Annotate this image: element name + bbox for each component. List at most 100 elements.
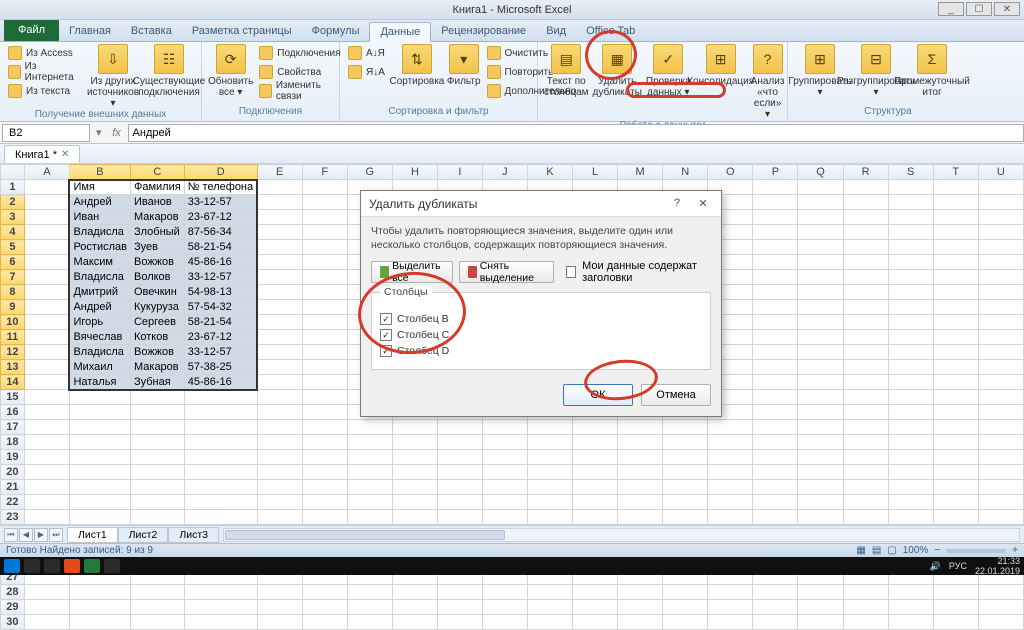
cell-L23[interactable] (573, 510, 618, 525)
cell-U12[interactable] (978, 345, 1023, 360)
col-header-O[interactable]: O (708, 165, 753, 180)
sort-desc[interactable]: Я↓А (346, 63, 387, 81)
cell-D8[interactable]: 54-98-13 (184, 285, 257, 300)
cell-A19[interactable] (24, 450, 69, 465)
cell-S28[interactable] (888, 585, 933, 600)
cell-D11[interactable]: 23-67-12 (184, 330, 257, 345)
cell-P1[interactable] (753, 180, 798, 195)
sheet-nav-last-icon[interactable]: ⏭ (49, 528, 63, 542)
cell-P23[interactable] (753, 510, 798, 525)
cell-P22[interactable] (753, 495, 798, 510)
col-header-P[interactable]: P (753, 165, 798, 180)
cell-B4[interactable]: Владисла (69, 225, 130, 240)
col-header-H[interactable]: H (392, 165, 437, 180)
view-break-icon[interactable]: ▢ (887, 545, 896, 556)
row-header-23[interactable]: 23 (1, 510, 25, 525)
cell-H22[interactable] (392, 495, 437, 510)
cell-C2[interactable]: Иванов (130, 195, 184, 210)
cell-J23[interactable] (482, 510, 527, 525)
from-other-sources[interactable]: ⇩Из других источников ▾ (87, 44, 139, 109)
cell-E14[interactable] (257, 375, 302, 390)
cell-T14[interactable] (933, 375, 978, 390)
start-button[interactable] (4, 559, 20, 573)
cell-T4[interactable] (933, 225, 978, 240)
cell-S30[interactable] (888, 615, 933, 630)
cell-T7[interactable] (933, 270, 978, 285)
cell-I30[interactable] (437, 615, 482, 630)
col-header-U[interactable]: U (978, 165, 1023, 180)
cell-C17[interactable] (130, 420, 184, 435)
cell-P10[interactable] (753, 315, 798, 330)
cell-A2[interactable] (24, 195, 69, 210)
cell-C19[interactable] (130, 450, 184, 465)
cell-P30[interactable] (753, 615, 798, 630)
from-text[interactable]: Из текста (6, 82, 83, 100)
cell-R6[interactable] (843, 255, 888, 270)
row-header-30[interactable]: 30 (1, 615, 25, 630)
cell-R23[interactable] (843, 510, 888, 525)
col-header-F[interactable]: F (302, 165, 347, 180)
dialog-help-button[interactable]: ? (667, 197, 687, 210)
cell-R13[interactable] (843, 360, 888, 375)
cell-B30[interactable] (69, 615, 130, 630)
cell-J22[interactable] (482, 495, 527, 510)
cell-U11[interactable] (978, 330, 1023, 345)
tray-icon[interactable]: 🔊 (930, 561, 941, 572)
cell-J19[interactable] (482, 450, 527, 465)
cell-G20[interactable] (347, 465, 392, 480)
cell-O21[interactable] (708, 480, 753, 495)
cell-B17[interactable] (69, 420, 130, 435)
cell-F21[interactable] (302, 480, 347, 495)
cell-F29[interactable] (302, 600, 347, 615)
row-header-7[interactable]: 7 (1, 270, 25, 285)
cell-A13[interactable] (24, 360, 69, 375)
cell-T28[interactable] (933, 585, 978, 600)
cell-M23[interactable] (618, 510, 663, 525)
cell-C1[interactable]: Фамилия (130, 180, 184, 195)
cell-A30[interactable] (24, 615, 69, 630)
cell-D9[interactable]: 57-54-32 (184, 300, 257, 315)
cell-B22[interactable] (69, 495, 130, 510)
cell-U16[interactable] (978, 405, 1023, 420)
cell-R30[interactable] (843, 615, 888, 630)
row-header-14[interactable]: 14 (1, 375, 25, 390)
cell-U8[interactable] (978, 285, 1023, 300)
col-header-N[interactable]: N (663, 165, 708, 180)
cell-J17[interactable] (482, 420, 527, 435)
cell-B23[interactable] (69, 510, 130, 525)
horizontal-scrollbar[interactable] (223, 528, 1020, 542)
row-header-16[interactable]: 16 (1, 405, 25, 420)
row-header-1[interactable]: 1 (1, 180, 25, 195)
cell-L21[interactable] (573, 480, 618, 495)
cell-S19[interactable] (888, 450, 933, 465)
cell-E7[interactable] (257, 270, 302, 285)
cell-P16[interactable] (753, 405, 798, 420)
col-header-L[interactable]: L (573, 165, 618, 180)
zoom-in-icon[interactable]: + (1012, 545, 1018, 556)
cell-T10[interactable] (933, 315, 978, 330)
cell-P11[interactable] (753, 330, 798, 345)
cell-H21[interactable] (392, 480, 437, 495)
row-header-22[interactable]: 22 (1, 495, 25, 510)
cell-F23[interactable] (302, 510, 347, 525)
cell-Q23[interactable] (798, 510, 843, 525)
cell-C30[interactable] (130, 615, 184, 630)
cell-N17[interactable] (663, 420, 708, 435)
cell-Q9[interactable] (798, 300, 843, 315)
cell-Q29[interactable] (798, 600, 843, 615)
cell-Q3[interactable] (798, 210, 843, 225)
cell-N18[interactable] (663, 435, 708, 450)
cell-O22[interactable] (708, 495, 753, 510)
cell-N22[interactable] (663, 495, 708, 510)
cell-F13[interactable] (302, 360, 347, 375)
cell-A3[interactable] (24, 210, 69, 225)
cell-P5[interactable] (753, 240, 798, 255)
cell-P20[interactable] (753, 465, 798, 480)
col-d-checkbox[interactable]: ✓ (380, 345, 392, 357)
cell-C11[interactable]: Котков (130, 330, 184, 345)
cell-A9[interactable] (24, 300, 69, 315)
tab-layout[interactable]: Разметка страницы (182, 21, 302, 41)
remove-duplicates-button[interactable]: ▦Удалить дубликаты (593, 44, 642, 98)
cell-P17[interactable] (753, 420, 798, 435)
cell-N20[interactable] (663, 465, 708, 480)
